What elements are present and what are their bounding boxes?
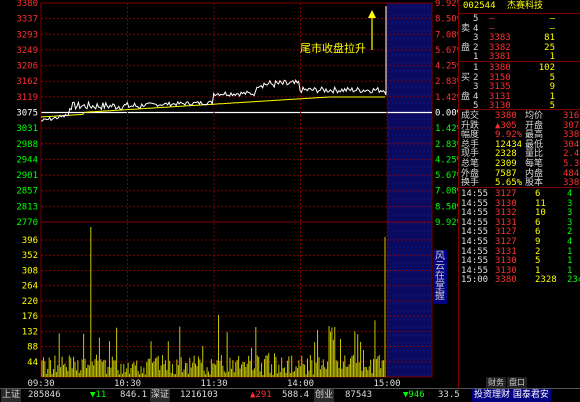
price-tick-label: 2944 bbox=[16, 155, 38, 165]
pct-tick-label: 7.08% bbox=[435, 30, 458, 40]
time-tick-label: 15:00 bbox=[373, 379, 400, 388]
annotation-arrowhead bbox=[368, 10, 376, 18]
sh-index-value: 285846 bbox=[28, 390, 61, 400]
pct-tick-label: 2.83% bbox=[435, 77, 458, 87]
price-tick-label: 3031 bbox=[16, 124, 38, 134]
divider bbox=[458, 109, 580, 110]
sh-index-label[interactable]: 上证 bbox=[1, 389, 22, 402]
fengyun-side-button[interactable]: 风云在掌握 bbox=[433, 250, 447, 304]
status-bar: 上证 285846 ▼11 846.1 深证 1216103 ▲291 588.… bbox=[0, 388, 580, 402]
price-tick-label: 3162 bbox=[16, 77, 38, 87]
pct-tick-label: 8.50% bbox=[435, 202, 458, 212]
volume-tick-label: 264 bbox=[22, 282, 38, 292]
tick-count: 234 bbox=[567, 275, 580, 286]
price-tick-label: 3206 bbox=[16, 62, 38, 72]
price-tick-label: 3119 bbox=[16, 93, 38, 103]
cy-index-value: 87543 bbox=[345, 390, 373, 400]
cy-index-label[interactable]: 创业 bbox=[314, 389, 335, 402]
price-tick-label: 2857 bbox=[16, 187, 38, 197]
price-tick-label: 3249 bbox=[16, 46, 38, 56]
news-ticker[interactable]: 投资理财 国泰君安 bbox=[472, 389, 551, 402]
price-tick-label: 2813 bbox=[16, 202, 38, 212]
time-tick-label: 14:00 bbox=[287, 379, 314, 388]
stock-header: 002544 杰赛科技 bbox=[459, 0, 580, 12]
pct-tick-label: 7.08% bbox=[435, 187, 458, 197]
stock-name: 杰赛科技 bbox=[507, 1, 544, 11]
pct-tick-label: 8.50% bbox=[435, 15, 458, 25]
volume-tick-label: 308 bbox=[22, 266, 38, 276]
after-close-region bbox=[387, 3, 432, 377]
volume-tick-label: 176 bbox=[22, 312, 38, 322]
time-tick-label: 11:30 bbox=[200, 379, 227, 388]
tick-time: 15:00 bbox=[461, 275, 489, 286]
volume-tick-label: 352 bbox=[22, 251, 38, 261]
tick-price: 3380 bbox=[495, 275, 517, 286]
pct-tick-label: 1.42% bbox=[435, 93, 458, 103]
pct-tick-label: 4.25% bbox=[435, 155, 458, 165]
price-tick-label: 2770 bbox=[16, 218, 38, 228]
annotation-text: 尾市收盘拉升 bbox=[300, 41, 366, 55]
pct-tick-label: 9.92% bbox=[435, 0, 458, 9]
sz-index-points: 588.4 bbox=[282, 390, 310, 400]
sz-index-value: 1216103 bbox=[180, 390, 218, 400]
chart-frame bbox=[40, 2, 433, 378]
volume-tick-label: 132 bbox=[22, 327, 38, 337]
intraday-chart[interactable]: 3380 9.92% 3337 8.50% 3293 7.08% 3249 5.67% 3206… bbox=[0, 0, 458, 388]
pct-tick-label: 4.25% bbox=[435, 62, 458, 72]
stock-code: 002544 bbox=[463, 1, 496, 11]
sz-index-change: ▲291 bbox=[250, 390, 272, 400]
time-tick-label: 10:30 bbox=[114, 379, 141, 388]
price-tick-label: 3293 bbox=[16, 30, 38, 40]
sz-index-label[interactable]: 深证 bbox=[150, 389, 171, 402]
divider bbox=[458, 13, 580, 14]
time-tick-label: 09:30 bbox=[27, 379, 54, 388]
price-tick-label: 3380 bbox=[16, 0, 38, 9]
sh-index-change: ▼11 bbox=[90, 390, 107, 400]
cy-index-points: 33.5 bbox=[438, 390, 460, 400]
pct-tick-label: 0.00% bbox=[435, 109, 458, 119]
price-tick-label: 2901 bbox=[16, 171, 38, 181]
price-tick-label: 3337 bbox=[16, 15, 38, 25]
volume-tick-label: 44 bbox=[27, 358, 38, 368]
volume-tick-label: 396 bbox=[22, 236, 38, 246]
divider bbox=[458, 187, 580, 188]
sh-index-points: 846.1 bbox=[120, 390, 148, 400]
volume-tick-label: 220 bbox=[22, 297, 38, 307]
pct-tick-label: 1.42% bbox=[435, 124, 458, 134]
quote-panel: 002544 杰赛科技 5— — 卖 4— —3 3383 81 盘 2 3382 25 1 3381 1… bbox=[458, 0, 580, 388]
price-tick-label: 3075 bbox=[16, 109, 38, 119]
pct-tick-label: 5.67% bbox=[435, 171, 458, 181]
divider bbox=[458, 61, 580, 62]
pct-tick-label: 2.83% bbox=[435, 140, 458, 150]
volume-tick-label: 88 bbox=[27, 343, 38, 353]
price-tick-label: 2988 bbox=[16, 140, 38, 150]
pct-tick-label: 5.67% bbox=[435, 46, 458, 56]
tick-row: 15:00 3380 2328 234 bbox=[459, 274, 580, 286]
tick-volume: 2328 bbox=[535, 275, 557, 286]
cy-index-change: ▼946 bbox=[403, 390, 425, 400]
pct-tick-label: 9.92% bbox=[435, 218, 458, 228]
